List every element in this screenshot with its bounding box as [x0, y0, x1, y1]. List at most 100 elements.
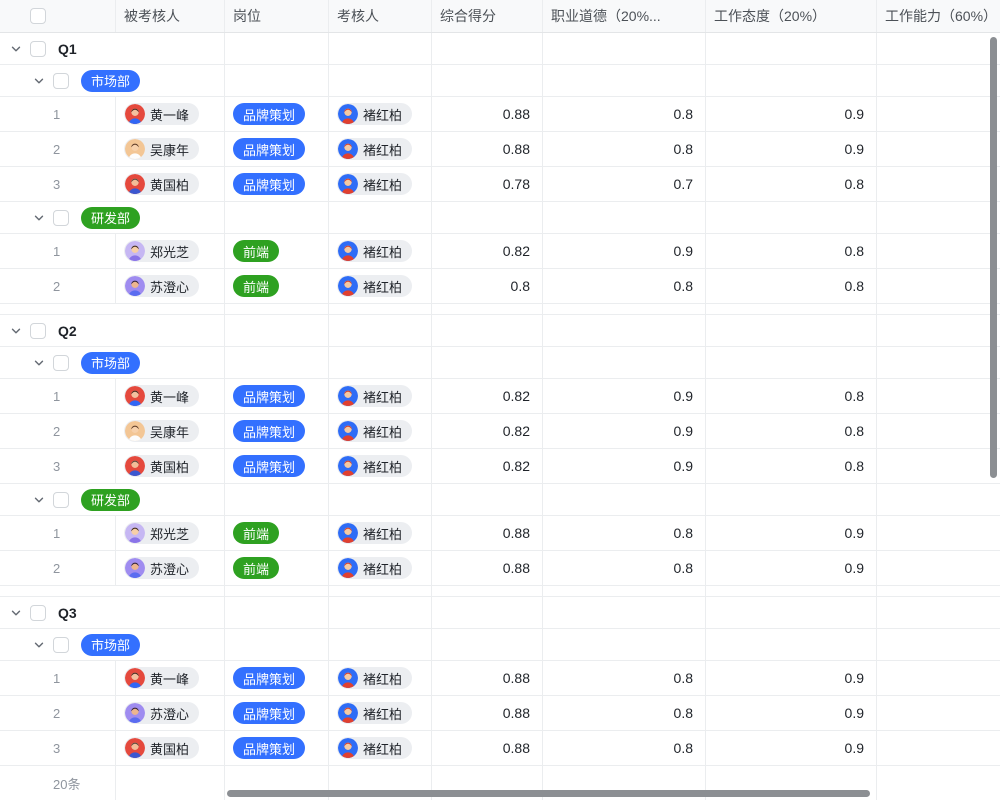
empty-cell[interactable] — [329, 629, 432, 660]
assessor-cell[interactable]: 褚红柏 — [329, 414, 432, 448]
select-all-checkbox[interactable] — [30, 8, 46, 24]
assessee-cell[interactable]: 苏澄心 — [116, 269, 225, 303]
empty-cell[interactable] — [225, 304, 329, 314]
row-index-cell[interactable]: 2 — [0, 696, 116, 730]
position-cell[interactable]: 前端 — [225, 551, 329, 585]
empty-cell[interactable] — [329, 484, 432, 515]
collapse-group-button[interactable] — [10, 43, 22, 55]
subgroup-checkbox[interactable] — [53, 73, 69, 89]
ethics-cell[interactable]: 0.9 — [543, 414, 706, 448]
row-index-cell[interactable]: 3 — [0, 167, 116, 201]
assessor-cell[interactable]: 褚红柏 — [329, 449, 432, 483]
column-header-position[interactable]: 岗位 — [225, 0, 329, 32]
attitude-cell[interactable]: 0.8 — [706, 167, 877, 201]
empty-cell[interactable] — [432, 629, 543, 660]
row-index-cell[interactable]: 2 — [0, 269, 116, 303]
empty-cell[interactable] — [877, 202, 1000, 233]
empty-cell[interactable] — [543, 347, 706, 378]
assessee-cell[interactable]: 黄一峰 — [116, 661, 225, 695]
subgroup-checkbox[interactable] — [53, 355, 69, 371]
empty-cell[interactable] — [706, 629, 877, 660]
attitude-cell[interactable]: 0.8 — [706, 449, 877, 483]
assessee-cell[interactable]: 黄一峰 — [116, 97, 225, 131]
ethics-cell[interactable]: 0.8 — [543, 516, 706, 550]
group-checkbox[interactable] — [30, 323, 46, 339]
empty-cell[interactable] — [225, 202, 329, 233]
score-cell[interactable]: 0.88 — [432, 696, 543, 730]
attitude-cell[interactable]: 0.9 — [706, 97, 877, 131]
ethics-cell[interactable]: 0.8 — [543, 97, 706, 131]
empty-cell[interactable] — [329, 65, 432, 96]
score-cell[interactable]: 0.82 — [432, 379, 543, 413]
assessee-cell[interactable]: 黄国柏 — [116, 731, 225, 765]
assessee-cell[interactable]: 吴康年 — [116, 132, 225, 166]
attitude-cell[interactable]: 0.9 — [706, 132, 877, 166]
ethics-cell[interactable]: 0.8 — [543, 696, 706, 730]
empty-cell[interactable] — [706, 65, 877, 96]
empty-cell[interactable] — [877, 597, 1000, 628]
empty-cell[interactable] — [543, 484, 706, 515]
empty-cell[interactable] — [543, 586, 706, 596]
assessor-cell[interactable]: 褚红柏 — [329, 269, 432, 303]
assessee-cell[interactable]: 苏澄心 — [116, 696, 225, 730]
empty-cell[interactable] — [543, 304, 706, 314]
row-index-cell[interactable]: 3 — [0, 449, 116, 483]
assessee-cell[interactable]: 郑光芝 — [116, 516, 225, 550]
empty-cell[interactable] — [543, 202, 706, 233]
position-cell[interactable]: 品牌策划 — [225, 132, 329, 166]
collapse-subgroup-button[interactable] — [33, 212, 45, 224]
row-index-cell[interactable]: 2 — [0, 132, 116, 166]
position-cell[interactable]: 品牌策划 — [225, 661, 329, 695]
empty-cell[interactable] — [877, 315, 1000, 346]
assessor-cell[interactable]: 褚红柏 — [329, 167, 432, 201]
position-cell[interactable]: 品牌策划 — [225, 731, 329, 765]
ability-cell[interactable] — [877, 661, 1000, 695]
row-index-cell[interactable]: 2 — [0, 551, 116, 585]
score-cell[interactable]: 0.88 — [432, 551, 543, 585]
position-cell[interactable]: 品牌策划 — [225, 696, 329, 730]
ability-cell[interactable] — [877, 97, 1000, 131]
column-header-assessor[interactable]: 考核人 — [329, 0, 432, 32]
empty-cell[interactable] — [432, 315, 543, 346]
column-header-assessee[interactable]: 被考核人 — [116, 0, 225, 32]
attitude-cell[interactable]: 0.9 — [706, 661, 877, 695]
empty-cell[interactable] — [225, 347, 329, 378]
row-index-cell[interactable]: 1 — [0, 97, 116, 131]
ethics-cell[interactable]: 0.8 — [543, 132, 706, 166]
assessee-cell[interactable]: 黄国柏 — [116, 167, 225, 201]
attitude-cell[interactable]: 0.9 — [706, 731, 877, 765]
empty-cell[interactable] — [706, 304, 877, 314]
empty-cell[interactable] — [329, 304, 432, 314]
vertical-scrollbar-thumb[interactable] — [990, 37, 997, 478]
attitude-cell[interactable]: 0.8 — [706, 234, 877, 268]
column-header-ability[interactable]: 工作能力（60%） — [877, 0, 1000, 32]
score-cell[interactable]: 0.82 — [432, 414, 543, 448]
empty-cell[interactable] — [877, 586, 1000, 596]
empty-cell[interactable] — [225, 33, 329, 64]
position-cell[interactable]: 品牌策划 — [225, 97, 329, 131]
ability-cell[interactable] — [877, 551, 1000, 585]
row-index-cell[interactable]: 1 — [0, 661, 116, 695]
empty-cell[interactable] — [706, 202, 877, 233]
empty-cell[interactable] — [543, 33, 706, 64]
collapse-subgroup-button[interactable] — [33, 494, 45, 506]
group-checkbox[interactable] — [30, 605, 46, 621]
assessor-cell[interactable]: 褚红柏 — [329, 731, 432, 765]
empty-cell[interactable] — [706, 315, 877, 346]
score-cell[interactable]: 0.88 — [432, 731, 543, 765]
empty-cell[interactable] — [706, 586, 877, 596]
horizontal-scrollbar-thumb[interactable] — [227, 790, 870, 797]
subgroup-checkbox[interactable] — [53, 210, 69, 226]
position-cell[interactable]: 品牌策划 — [225, 414, 329, 448]
assessor-cell[interactable]: 褚红柏 — [329, 97, 432, 131]
position-cell[interactable]: 前端 — [225, 234, 329, 268]
assessor-cell[interactable]: 褚红柏 — [329, 379, 432, 413]
score-cell[interactable]: 0.78 — [432, 167, 543, 201]
empty-cell[interactable] — [706, 484, 877, 515]
empty-cell[interactable] — [225, 586, 329, 596]
column-header-score[interactable]: 综合得分 — [432, 0, 543, 32]
ability-cell[interactable] — [877, 414, 1000, 448]
ability-cell[interactable] — [877, 449, 1000, 483]
empty-cell[interactable] — [432, 347, 543, 378]
empty-cell[interactable] — [877, 304, 1000, 314]
